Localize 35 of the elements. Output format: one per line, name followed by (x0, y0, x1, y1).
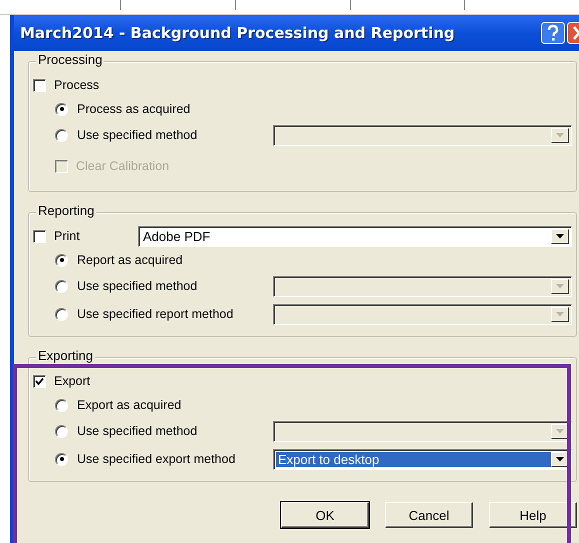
option-label: Use specified method (77, 424, 198, 438)
group-title: Processing (36, 53, 104, 67)
dropdown[interactable]: Adobe PDF (138, 226, 572, 246)
dropdown[interactable]: Export to desktop (273, 448, 572, 470)
radio-button[interactable] (55, 452, 68, 466)
radio-button[interactable] (55, 102, 68, 116)
radio-button[interactable] (55, 398, 68, 412)
option-label: Process (54, 78, 100, 92)
checkbox[interactable] (33, 78, 46, 92)
dropdown-arrow-icon[interactable] (556, 456, 564, 462)
radio-button[interactable] (55, 254, 68, 266)
group-title: Exporting (36, 349, 95, 363)
window-title: March2014 - Background Processing and Reporting (20, 24, 455, 42)
dialog-button[interactable]: Cancel (385, 502, 473, 528)
radio-button[interactable] (55, 308, 68, 320)
option-label: Use specified report method (77, 307, 234, 321)
radio-button[interactable] (55, 128, 68, 142)
option-label: Clear Calibration (76, 159, 170, 173)
option-label: Export as acquired (77, 398, 182, 412)
option-label: Use specified method (77, 128, 198, 142)
option-label: Export (54, 374, 90, 388)
checkbox[interactable] (33, 374, 46, 388)
option-label: Process as acquired (77, 102, 190, 116)
option-label: Use specified export method (77, 452, 236, 466)
help-icon[interactable] (541, 22, 565, 44)
group-title: Reporting (36, 204, 96, 218)
dialog-button[interactable]: OK (281, 502, 369, 528)
option-label: Print (54, 229, 80, 243)
option-label: Use specified method (77, 279, 198, 293)
radio-button[interactable] (55, 424, 68, 438)
radio-button[interactable] (55, 280, 68, 292)
dropdown-arrow-icon[interactable] (556, 234, 564, 238)
checkbox[interactable] (33, 230, 46, 242)
option-label: Report as acquired (77, 253, 183, 267)
dialog-button[interactable]: Help (489, 502, 577, 528)
